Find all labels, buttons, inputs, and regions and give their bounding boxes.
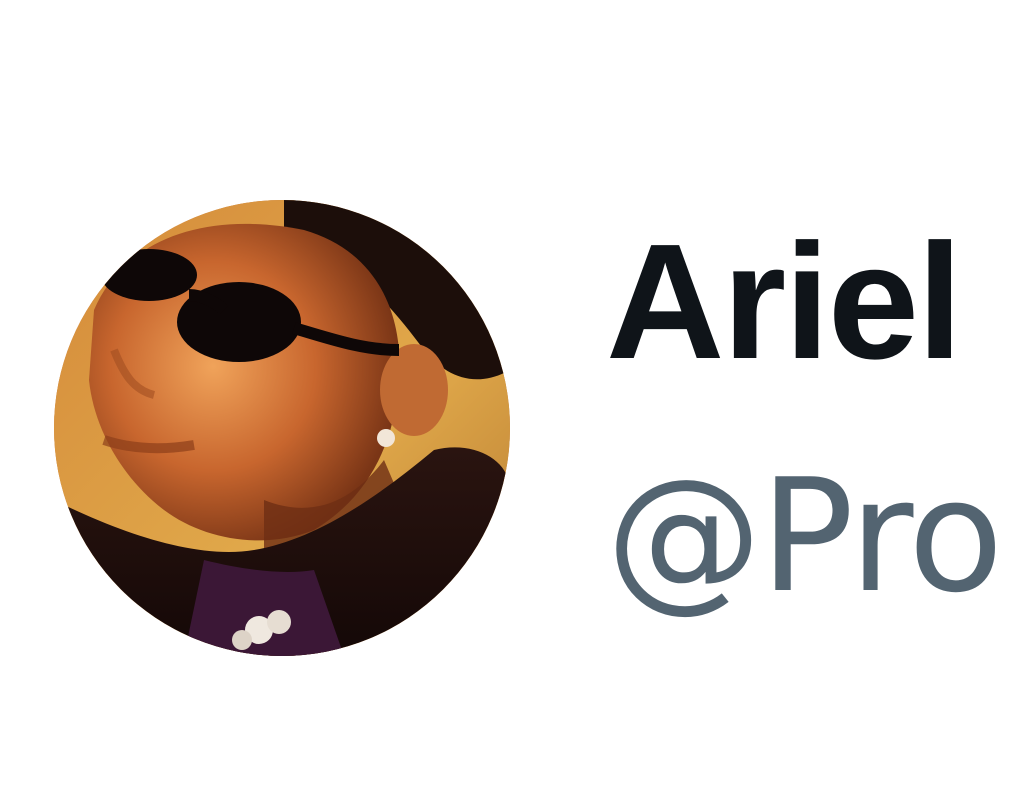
avatar[interactable]: [54, 200, 510, 656]
identity-block: Ariel @Pro: [606, 220, 1003, 615]
username-handle[interactable]: @Pro: [606, 458, 1003, 614]
profile-photo-icon: [54, 200, 510, 656]
display-name[interactable]: Ariel: [606, 220, 1001, 386]
profile-header: Ariel @Pro: [0, 0, 1030, 800]
